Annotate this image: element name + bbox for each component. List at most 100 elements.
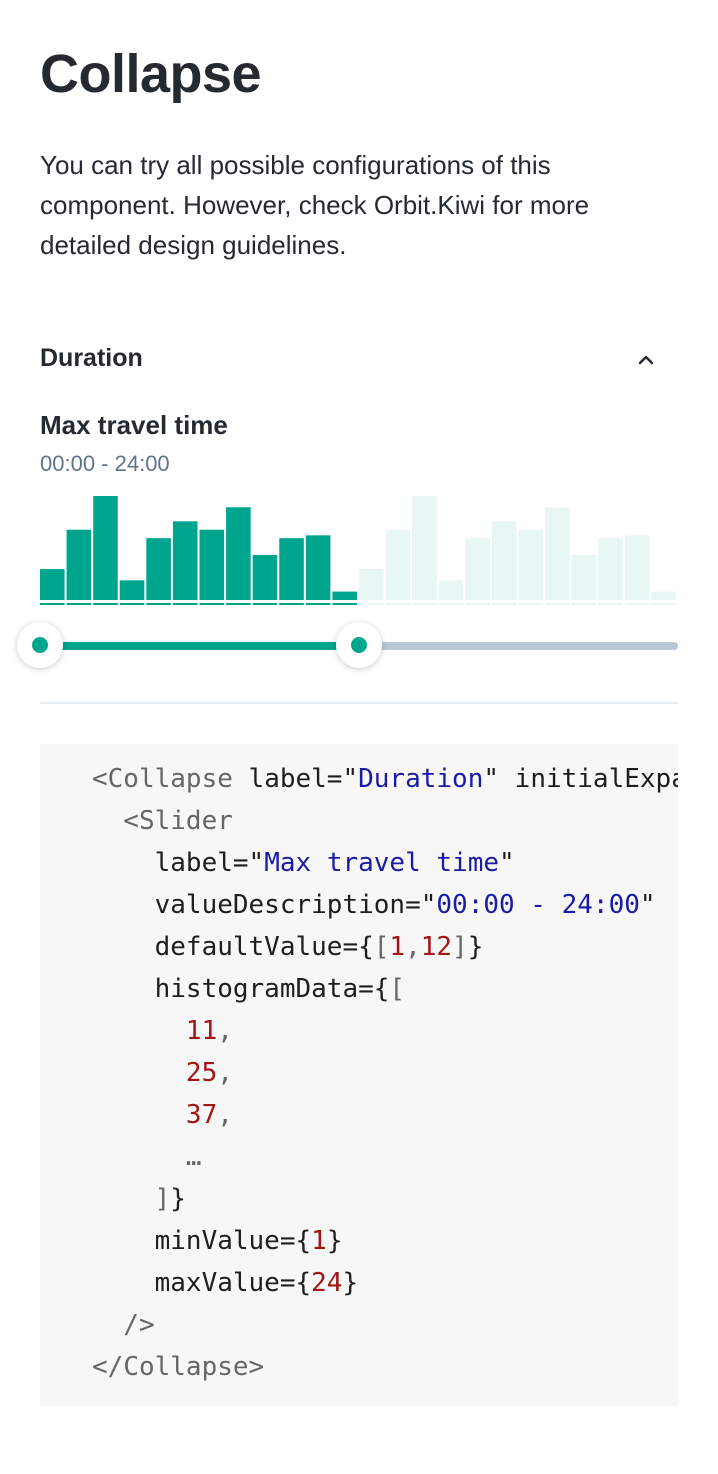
code-line: ]} xyxy=(92,1184,186,1214)
slider-track-fill xyxy=(40,642,359,650)
code-token: Slider xyxy=(138,806,233,836)
histogram-bar-underline xyxy=(226,603,251,605)
code-token: " xyxy=(639,890,656,920)
code-token: valueDescription= xyxy=(92,890,421,920)
code-token: " xyxy=(483,764,500,794)
code-text: <Collapse label="Duration" initialExpand… xyxy=(40,744,678,1388)
code-token: Max travel time xyxy=(264,848,500,878)
histogram-bar-underline xyxy=(412,603,437,605)
histogram-bar xyxy=(412,496,437,600)
code-line: … xyxy=(92,1142,202,1172)
histogram-bar-underline xyxy=(305,603,331,605)
histogram xyxy=(40,496,676,605)
code-token: { xyxy=(295,1226,312,1256)
code-token: { xyxy=(373,974,390,1004)
histogram-bar-underline xyxy=(518,603,544,605)
code-token: 37 xyxy=(185,1100,218,1130)
code-token: label= xyxy=(232,764,343,794)
histogram-bar xyxy=(465,538,490,600)
code-token: </ xyxy=(92,1352,124,1382)
collapse-label: Duration xyxy=(40,344,143,372)
code-token: 25 xyxy=(185,1058,218,1088)
histogram-bar-underline xyxy=(93,603,118,605)
histogram-bar-underline xyxy=(252,603,278,605)
code-token: ] xyxy=(92,1184,171,1214)
code-example: <Collapse label="Duration" initialExpand… xyxy=(40,744,678,1406)
slider-handle-min[interactable] xyxy=(17,622,63,668)
code-token: histogramData= xyxy=(92,974,374,1004)
code-line: 11, xyxy=(92,1016,233,1046)
code-token: label= xyxy=(92,848,249,878)
code-line: </Collapse> xyxy=(92,1352,264,1382)
histogram-bar-underline xyxy=(332,603,357,605)
code-token: } xyxy=(467,932,484,962)
histogram-bar-underline xyxy=(571,603,597,605)
code-token: < xyxy=(92,764,108,794)
collapse-toggle[interactable]: Duration xyxy=(40,336,678,386)
histogram-bar xyxy=(146,538,171,600)
page-intro: You can try all possible configurations … xyxy=(40,150,590,260)
histogram-bar xyxy=(199,529,225,600)
code-line: defaultValue={[1,12]} xyxy=(92,932,484,962)
histogram-bar xyxy=(172,521,198,600)
histogram-bar-underline xyxy=(491,603,517,605)
code-token: /> xyxy=(92,1310,155,1340)
code-token: { xyxy=(358,932,374,962)
slider-label: Max travel time xyxy=(40,410,228,440)
histogram-bar xyxy=(279,538,304,600)
code-token: " xyxy=(248,848,265,878)
code-token: , xyxy=(405,932,421,962)
code-token: 11 xyxy=(185,1016,218,1046)
code-token: } xyxy=(342,1268,359,1298)
code-token: defaultValue= xyxy=(92,932,359,962)
code-line: 37, xyxy=(92,1100,233,1130)
code-token: > xyxy=(248,1352,265,1382)
code-token: " xyxy=(342,764,359,794)
code-token: < xyxy=(92,806,139,836)
histogram-bar-underline xyxy=(119,603,145,605)
histogram-bar xyxy=(252,555,278,600)
code-token: 1 xyxy=(389,932,406,962)
slider-handle-max[interactable] xyxy=(336,622,382,668)
histogram-bar-underline xyxy=(359,603,384,605)
histogram-bar-underline xyxy=(66,603,92,605)
code-token: 1 xyxy=(311,1226,327,1256)
histogram-bar xyxy=(359,569,384,600)
code-token: Duration xyxy=(358,764,484,794)
histogram-bar xyxy=(518,529,544,600)
code-token: { xyxy=(295,1268,312,1298)
code-token: " xyxy=(499,848,515,878)
code-token: } xyxy=(326,1226,343,1256)
histogram-bar-underline xyxy=(598,603,623,605)
histogram-bar-underline xyxy=(438,603,464,605)
code-token: 12 xyxy=(420,932,453,962)
code-token: [ xyxy=(373,932,390,962)
histogram-bar xyxy=(385,529,411,600)
page-title: Collapse xyxy=(40,44,262,104)
histogram-bar-underline xyxy=(624,603,650,605)
code-token: } xyxy=(170,1184,186,1214)
code-line: 25, xyxy=(92,1058,233,1088)
code-line: histogramData={[ xyxy=(92,974,405,1004)
histogram-bar xyxy=(491,521,517,600)
code-token: Collapse xyxy=(123,1352,249,1382)
histogram-bar xyxy=(651,591,676,600)
code-token: [ xyxy=(389,974,406,1004)
code-token: , xyxy=(217,1058,233,1088)
code-token: " xyxy=(420,890,437,920)
code-token: ] xyxy=(452,932,468,962)
code-token: … xyxy=(92,1142,202,1172)
divider xyxy=(40,702,678,704)
code-line: <Collapse label="Duration" initialExpand… xyxy=(92,764,678,794)
code-line: label="Max travel time" xyxy=(92,848,515,878)
histogram-bar-underline xyxy=(40,603,65,605)
histogram-bar xyxy=(66,529,92,600)
histogram-bar xyxy=(332,591,357,600)
histogram-bar-underline xyxy=(465,603,490,605)
code-line: minValue={1} xyxy=(92,1226,343,1256)
histogram-bar xyxy=(571,555,597,600)
histogram-bar-underline xyxy=(279,603,304,605)
code-line: /> xyxy=(92,1310,155,1340)
histogram-bar xyxy=(438,580,464,600)
